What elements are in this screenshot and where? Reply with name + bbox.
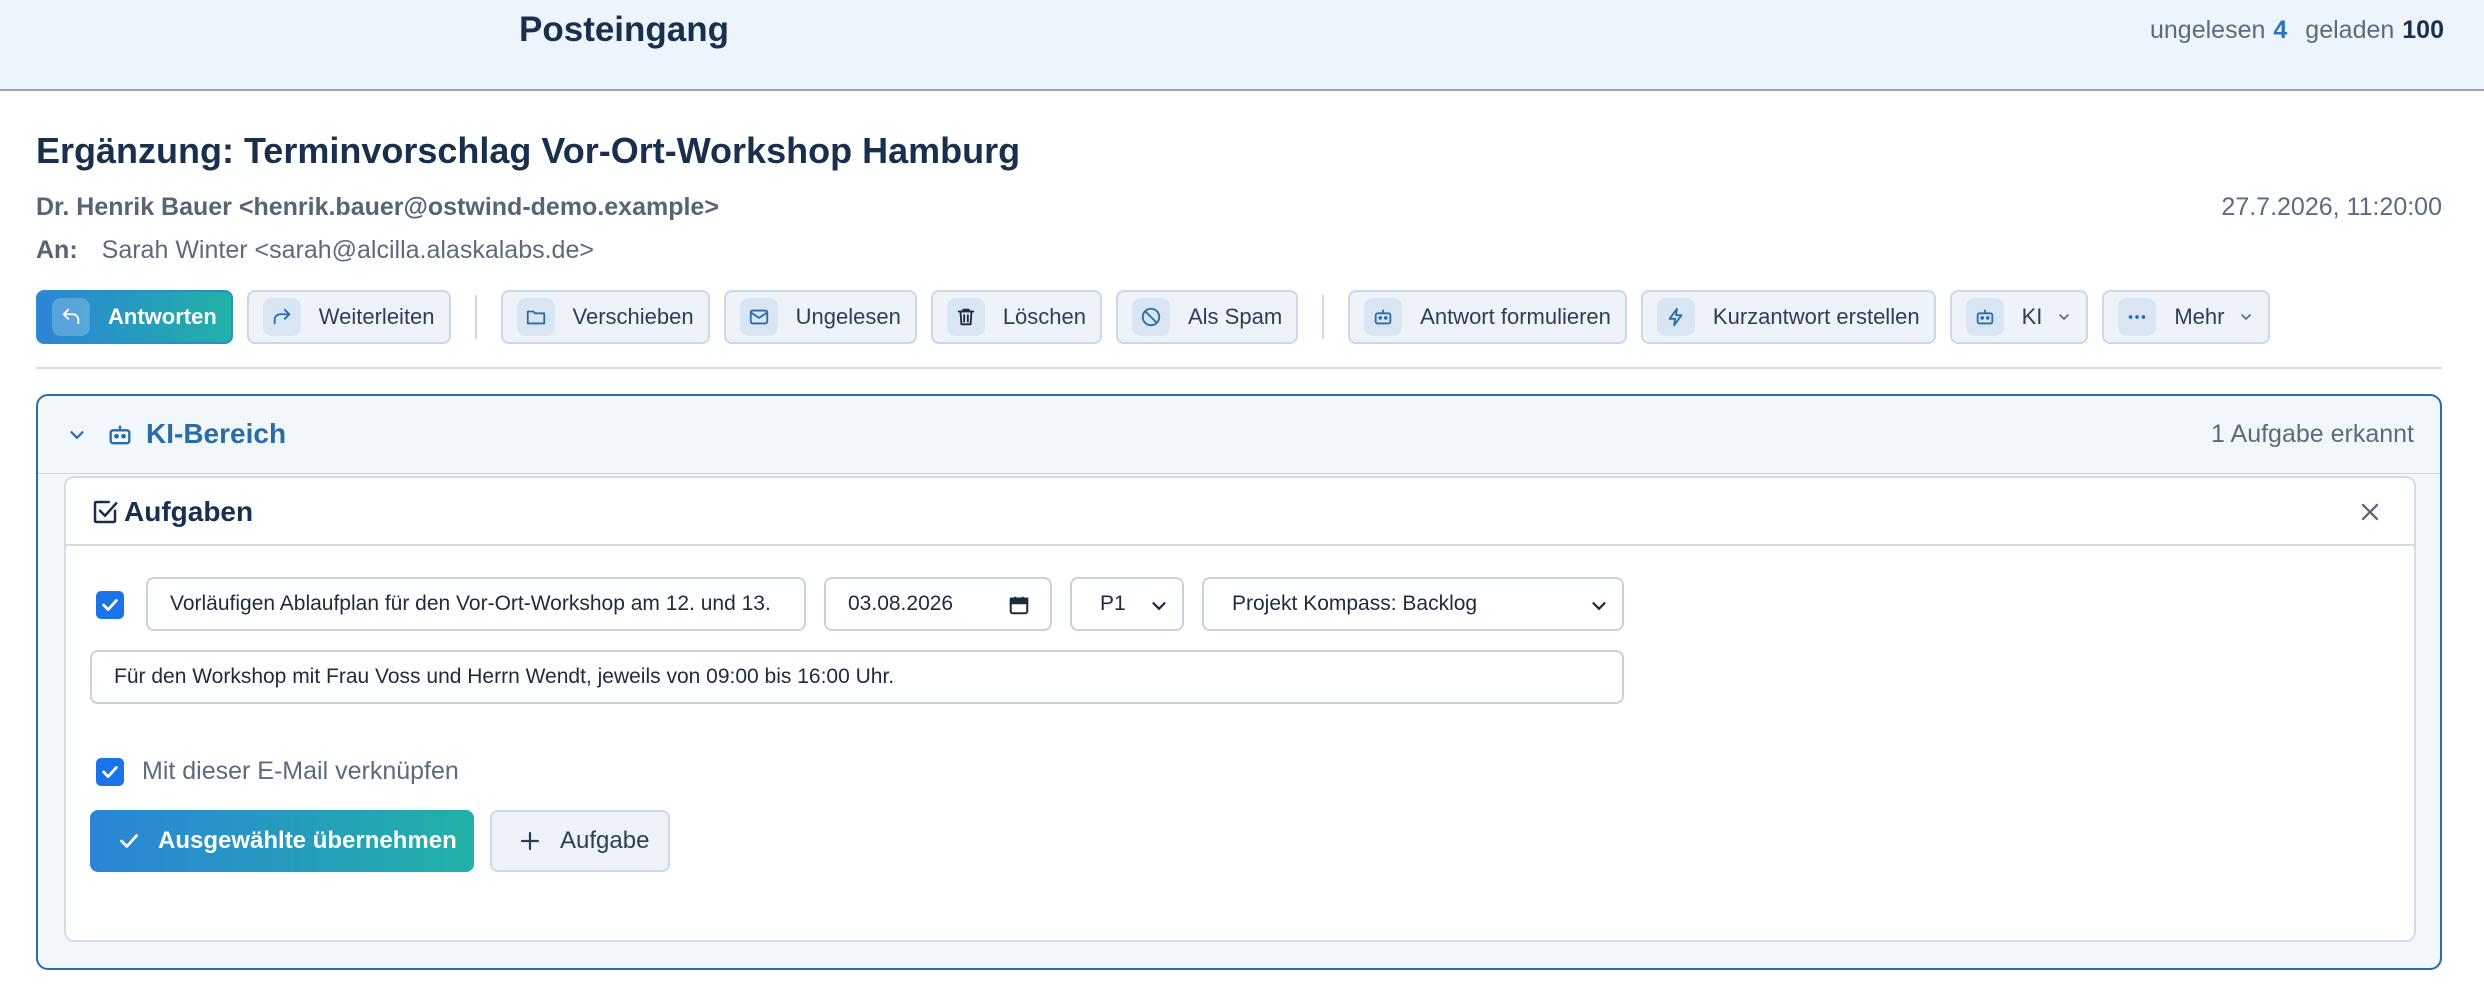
apply-selected-button[interactable]: Ausgewählte übernehmen — [90, 810, 474, 872]
checkmark-icon — [120, 834, 138, 848]
lightning-icon — [1656, 298, 1695, 336]
spam-button[interactable]: Als Spam — [1116, 290, 1299, 344]
unread-label: ungelesen — [2150, 16, 2266, 44]
email-subject: Ergänzung: Terminvorschlag Vor-Ort-Works… — [36, 130, 1021, 171]
forward-button[interactable]: Weiterleiten — [246, 290, 451, 344]
chevron-down-icon — [1152, 602, 1166, 611]
envelope-icon — [739, 298, 778, 336]
toolbar-separator — [1322, 295, 1325, 339]
compose-reply-label: Antwort formulieren — [1420, 304, 1611, 329]
tasks-header: Aufgaben — [66, 478, 2414, 546]
robot-icon — [1965, 298, 2004, 336]
email-sender: Dr. Henrik Bauer <henrik.bauer@ostwind-d… — [36, 193, 719, 221]
delete-label: Löschen — [1002, 304, 1086, 329]
email-toolbar: Antworten Weiterleiten Verschieben Ungel… — [36, 290, 2284, 344]
apply-selected-label: Ausgewählte übernehmen — [158, 827, 457, 854]
move-button[interactable]: Verschieben — [500, 290, 710, 344]
delete-button[interactable]: Löschen — [930, 290, 1102, 344]
task-project-select[interactable]: Projekt Kompass: Backlog — [1202, 577, 1624, 631]
recipient-address: Sarah Winter <sarah@alcilla.alaskalabs.d… — [101, 236, 594, 264]
email-date: 27.7.2026, 11:20:00 — [2221, 193, 2442, 221]
task-title-input[interactable]: Vorläufigen Ablaufplan für den Vor-Ort-W… — [146, 577, 806, 631]
checkbox-square-icon — [93, 500, 118, 524]
more-button[interactable]: Mehr — [2102, 290, 2271, 344]
recipient-label: An: — [36, 236, 78, 264]
chevron-down-icon — [1592, 602, 1606, 611]
reply-icon — [52, 298, 90, 336]
unread-count: 4 — [2273, 16, 2288, 44]
task-project-value: Projekt Kompass: Backlog — [1232, 592, 1478, 615]
ai-menu-label: KI — [2021, 304, 2043, 329]
reply-label: Antworten — [108, 304, 217, 329]
move-label: Verschieben — [572, 304, 694, 329]
plus-icon — [520, 831, 540, 851]
mark-unread-button[interactable]: Ungelesen — [723, 290, 917, 344]
spam-label: Als Spam — [1188, 304, 1283, 329]
link-email-checkbox[interactable] — [96, 758, 124, 786]
forward-icon — [262, 298, 301, 336]
folder-icon — [516, 298, 555, 336]
email-recipient: An: Sarah Winter <sarah@alcilla.alaskalab… — [36, 236, 594, 265]
ai-panel-header[interactable]: KI-Bereich 1 Aufgabe erkannt — [38, 396, 2440, 474]
robot-icon — [109, 425, 131, 445]
page-title: Posteingang — [519, 10, 730, 49]
quick-reply-label: Kurzantwort erstellen — [1712, 304, 1920, 329]
compose-reply-button[interactable]: Antwort formulieren — [1348, 290, 1627, 344]
mail-counts: ungelesen 4 geladen 100 — [2150, 16, 2444, 45]
mark-unread-label: Ungelesen — [795, 304, 901, 329]
block-icon — [1132, 298, 1170, 336]
tasks-card: Aufgaben Vorläufigen Ablaufplan für den … — [64, 476, 2416, 942]
ellipsis-icon — [2118, 298, 2157, 336]
tasks-title: Aufgaben — [124, 496, 254, 527]
chevron-down-icon[interactable] — [66, 424, 88, 446]
task-due-date-input[interactable]: 03.08.2026 — [824, 577, 1052, 631]
link-email-label[interactable]: Mit dieser E-Mail verknüpfen — [142, 757, 459, 786]
reply-button[interactable]: Antworten — [36, 290, 233, 344]
add-task-button[interactable]: Aufgabe — [490, 810, 670, 872]
header-divider — [36, 367, 2442, 369]
add-task-label: Aufgabe — [560, 827, 650, 854]
task-priority-value: P1 — [1100, 592, 1126, 615]
robot-icon — [1364, 298, 1403, 336]
trash-icon — [946, 298, 985, 336]
ai-menu-button[interactable]: KI — [1949, 290, 2089, 344]
ai-panel: KI-Bereich 1 Aufgabe erkannt Aufgaben Vo… — [36, 394, 2442, 970]
loaded-label: geladen — [2305, 16, 2395, 44]
task-description-input[interactable]: Für den Workshop mit Frau Voss und Herrn… — [90, 650, 1624, 704]
chevron-down-icon — [2241, 314, 2252, 321]
header-bar: Posteingang ungelesen 4 geladen 100 — [0, 0, 2484, 91]
task-due-date-value: 03.08.2026 — [848, 592, 954, 615]
toolbar-separator — [474, 295, 477, 339]
close-icon[interactable] — [2356, 498, 2384, 526]
more-label: Mehr — [2174, 304, 2225, 329]
loaded-count: 100 — [2402, 16, 2444, 44]
forward-label: Weiterleiten — [318, 304, 435, 329]
task-priority-select[interactable]: P1 — [1070, 577, 1184, 631]
calendar-icon[interactable] — [1008, 594, 1030, 616]
ai-panel-status: 1 Aufgabe erkannt — [2211, 420, 2414, 448]
quick-reply-button[interactable]: Kurzantwort erstellen — [1640, 290, 1936, 344]
chevron-down-icon — [2059, 314, 2070, 321]
ai-panel-title: KI-Bereich — [146, 418, 287, 449]
task-select-checkbox[interactable] — [96, 591, 124, 619]
